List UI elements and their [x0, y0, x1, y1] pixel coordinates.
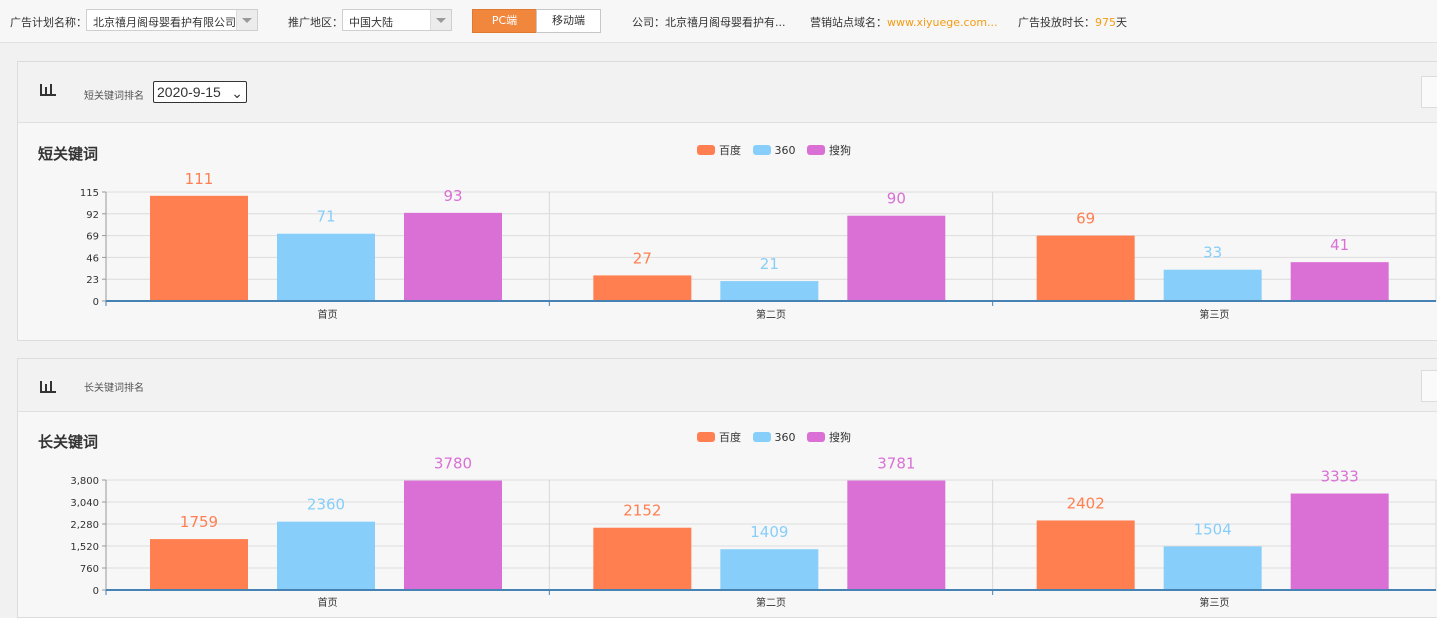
data-label: 41: [1330, 236, 1349, 254]
category-label: 首页: [318, 308, 338, 321]
chevron-down-icon[interactable]: [236, 10, 257, 30]
top-filter-bar: 广告计划名称： 北京禧月阁母婴看护有限公司( 推广地区： 中国大陆 PC端 移动…: [0, 0, 1437, 43]
bar: [404, 480, 502, 590]
category-label: 第二页: [756, 596, 786, 609]
bar: [1036, 520, 1135, 590]
region-select-value: 中国大陆: [349, 16, 393, 29]
data-label: 111: [185, 170, 214, 188]
bar: [1290, 262, 1389, 301]
data-label: 2152: [623, 502, 661, 520]
data-label: 33: [1203, 244, 1222, 262]
y-tick-label: 0: [93, 586, 99, 597]
y-tick-label: 3,040: [70, 498, 99, 509]
data-label: 2360: [307, 496, 345, 514]
tab-mobile[interactable]: 移动端: [536, 9, 601, 33]
duration-unit: 天: [1116, 16, 1127, 29]
y-tick-label: 92: [86, 210, 99, 221]
duration-days: 975: [1095, 16, 1116, 29]
bar: [150, 195, 248, 301]
data-label: 69: [1076, 210, 1095, 228]
bar: [847, 215, 946, 301]
bar: [847, 480, 946, 590]
category-label: 第三页: [1199, 596, 1229, 609]
data-label: 2402: [1067, 494, 1105, 512]
bar: [593, 275, 692, 301]
plan-select[interactable]: 北京禧月阁母婴看护有限公司(: [86, 9, 258, 31]
y-tick-label: 1,520: [70, 542, 99, 553]
data-label: 27: [633, 249, 652, 267]
domain-link[interactable]: www.xiyuege.com...: [887, 16, 998, 29]
y-tick-label: 23: [86, 275, 99, 286]
domain-info: 营销站点域名：www.xiyuege.com...: [810, 14, 998, 30]
duration-info: 广告投放时长：975天: [1018, 14, 1127, 30]
data-label: 93: [443, 187, 462, 205]
y-tick-label: 0: [93, 297, 99, 308]
bar: [1290, 493, 1389, 590]
company-value: 北京禧月阁母婴看护有...: [665, 16, 786, 29]
y-tick-label: 115: [80, 188, 99, 199]
region-select[interactable]: 中国大陆: [342, 9, 452, 31]
data-label: 71: [316, 208, 335, 226]
long-keyword-chart: 0 760 1,520 2,280 3,040 3,800 1759 2360 3780 首页 21…: [70, 455, 1437, 609]
short-keyword-chart: 0 23 46 69 92 115 111 71 93 首页 27 21 90 第二页 69 33 41 第三页: [80, 170, 1437, 321]
region-label: 推广地区：: [288, 16, 343, 29]
bar: [404, 212, 502, 301]
y-tick-label: 760: [80, 564, 99, 575]
bar: [1163, 269, 1262, 301]
category-label: 第三页: [1199, 308, 1229, 321]
tab-pc[interactable]: PC端: [472, 9, 537, 33]
data-label: 1504: [1194, 520, 1232, 538]
bar: [277, 521, 375, 590]
data-label: 3780: [434, 455, 472, 473]
data-label: 1409: [750, 523, 788, 541]
bar: [593, 527, 692, 590]
y-tick-label: 3,800: [70, 476, 99, 487]
category-label: 第二页: [756, 308, 786, 321]
category-label: 首页: [318, 596, 338, 609]
y-tick-label: 69: [86, 232, 99, 243]
chevron-down-icon[interactable]: [430, 10, 451, 30]
data-label: 21: [760, 255, 779, 273]
y-tick-label: 46: [86, 253, 99, 264]
bar: [720, 281, 819, 301]
bar: [150, 539, 248, 590]
y-tick-label: 2,280: [70, 520, 99, 531]
bar: [277, 233, 375, 301]
data-label: 3333: [1321, 468, 1359, 486]
long-keyword-panel: 长关键词排名 长关键词 百度 360 搜狗 0 760 1,520 2,280 3,04…: [17, 358, 1437, 618]
bar: [720, 549, 819, 590]
data-label: 90: [887, 190, 906, 208]
company-label: 公司：: [632, 16, 665, 29]
short-keyword-panel: 短关键词排名 2020-9-15 ⌄ 短关键词 百度 360 搜狗 0 23 46 6…: [17, 61, 1437, 341]
duration-label: 广告投放时长：: [1018, 16, 1095, 29]
bar: [1036, 235, 1135, 301]
plan-label: 广告计划名称：: [10, 16, 87, 29]
company-info: 公司：北京禧月阁母婴看护有...: [632, 14, 786, 30]
bar: [1163, 546, 1262, 590]
data-label: 3781: [877, 455, 915, 473]
plan-select-value: 北京禧月阁母婴看护有限公司(: [93, 16, 239, 29]
data-label: 1759: [180, 513, 218, 531]
domain-label: 营销站点域名：: [810, 16, 887, 29]
